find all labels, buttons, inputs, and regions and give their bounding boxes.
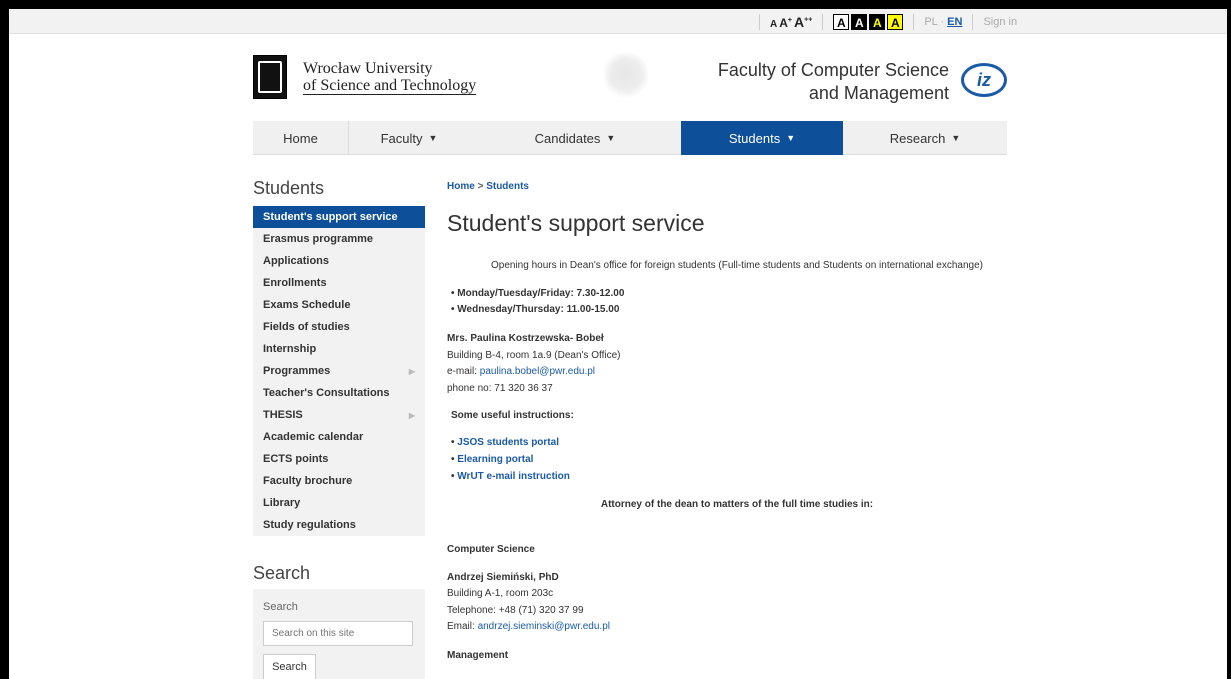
search-panel: Search Search [253,589,425,679]
breadcrumb: Home > Students [447,181,529,192]
chevron-down-icon: ▼ [428,133,438,143]
page-title: Student's support service [447,210,705,236]
university-name[interactable]: Wrocław University of Science and Techno… [303,60,477,95]
main-navigation: Home Faculty ▼ Candidates ▼ Students ▼ Rese… [253,121,1007,155]
sidebar-menu: Student's support service Erasmus progra… [253,206,425,536]
contrast-controls: A A A A [833,13,904,30]
contrast-default[interactable]: A [833,13,850,30]
faculty-name[interactable]: Faculty of Computer Science and Manageme… [718,59,949,105]
sidebar-item-erasmus[interactable]: Erasmus programme [253,228,425,250]
contact-name: Mrs. Paulina Kostrzewska- Bobeł [447,333,604,344]
chevron-down-icon: ▼ [786,133,796,143]
nav-home[interactable]: Home [253,121,349,155]
cs-contact-name: Andrzej Siemiński, PhD [447,572,559,583]
sidebar-item-academic-calendar[interactable]: Academic calendar [253,426,425,448]
search-section-title: Search [253,563,311,583]
font-size-large[interactable]: A++ [794,14,812,30]
sidebar-title: Students [253,178,325,198]
language-switcher: PL · EN [924,16,962,28]
lang-en-link[interactable]: EN [947,16,962,28]
sidebar-item-applications[interactable]: Applications [253,250,425,272]
hours-item: • Monday/Tuesday/Friday: 7.30-12.00 [451,288,625,299]
elearning-portal-link[interactable]: Elearning portal [457,454,533,465]
contact-room: Building B-4, room 1a.9 (Dean's Office) [447,350,621,361]
sidebar-item-exams-schedule[interactable]: Exams Schedule [253,294,425,316]
university-logo-icon[interactable] [253,55,287,99]
useful-instructions-title: Some useful instructions: [451,410,574,421]
divider [972,13,974,30]
chevron-down-icon: ▼ [606,133,616,143]
sidebar-item-study-regulations[interactable]: Study regulations [253,514,425,536]
contrast-black-yellow[interactable]: A [869,13,886,30]
search-input[interactable] [263,621,413,646]
search-button[interactable]: Search [263,654,316,679]
cs-contact-room: Building A-1, room 203c [447,588,554,599]
hours-item: • Wednesday/Thursday: 11.00-15.00 [451,304,620,315]
sidebar-item-thesis[interactable]: THESIS ▶ [253,404,425,426]
nav-candidates[interactable]: Candidates ▼ [469,121,681,155]
lang-separator: · [940,15,945,28]
chevron-right-icon: ▶ [408,366,415,376]
nav-faculty[interactable]: Faculty ▼ [349,121,469,155]
window-frame-top [0,0,1231,9]
sidebar-item-fields-of-studies[interactable]: Fields of studies [253,316,425,338]
contrast-black-white[interactable]: A [851,13,868,30]
window-frame-right [1227,0,1231,679]
sidebar-item-teachers-consultations[interactable]: Teacher's Consultations [253,382,425,404]
breadcrumb-separator: > [477,181,484,192]
sidebar-item-faculty-brochure[interactable]: Faculty brochure [253,470,425,492]
divider [822,13,824,30]
window-frame-left [0,0,9,679]
font-size-medium[interactable]: A+ [779,16,792,30]
section-heading-cs: Computer Science [447,544,535,555]
contrast-yellow-black[interactable]: A [887,13,904,30]
section-heading-management: Management [447,650,509,661]
nav-students[interactable]: Students ▼ [681,121,843,155]
sign-in-link[interactable]: Sign in [983,16,1017,28]
search-label: Search [263,601,298,613]
sidebar-item-enrollments[interactable]: Enrollments [253,272,425,294]
top-utility-bar: A A+ A++ A A A A PL · EN Sign in [9,9,1227,34]
lang-pl-link[interactable]: PL [924,16,937,28]
breadcrumb-current[interactable]: Students [486,181,529,192]
sidebar-item-ects-points[interactable]: ECTS points [253,448,425,470]
cs-email-link[interactable]: andrzej.sieminski@pwr.edu.pl [478,621,610,632]
eagle-emblem-icon [604,53,648,101]
sidebar-item-programmes[interactable]: Programmes ▶ [253,360,425,382]
nav-research[interactable]: Research ▼ [843,121,1007,155]
font-size-controls: A A+ A++ [770,14,812,30]
contact-email-link[interactable]: paulina.bobel@pwr.edu.pl [480,366,595,377]
sidebar-item-internship[interactable]: Internship [253,338,425,360]
list-item: • Elearning portal [451,454,534,465]
attorney-text: Attorney of the dean to matters of the f… [600,499,874,510]
cs-contact-phone: Telephone: +48 (71) 320 37 99 [447,605,584,616]
divider [913,13,915,30]
jsos-portal-link[interactable]: JSOS students portal [457,437,559,448]
contact-email-line: e-mail: paulina.bobel@pwr.edu.pl [447,366,596,377]
divider [759,13,760,30]
list-item: • JSOS students portal [451,437,559,448]
cs-contact-email-line: Email: andrzej.sieminski@pwr.edu.pl [447,621,610,632]
contact-phone: phone no: 71 320 36 37 [447,383,553,394]
sidebar-item-support-service[interactable]: Student's support service [253,206,425,228]
wrut-email-instruction-link[interactable]: WrUT e-mail instruction [457,471,570,482]
sidebar-item-library[interactable]: Library [253,492,425,514]
breadcrumb-home-link[interactable]: Home [447,181,475,192]
opening-hours-text: Opening hours in Dean's office for forei… [490,260,984,271]
chevron-down-icon: ▼ [951,133,961,143]
font-size-small[interactable]: A [770,19,777,30]
chevron-right-icon: ▶ [408,410,415,420]
faculty-logo-icon[interactable]: iz [961,63,1007,97]
list-item: • WrUT e-mail instruction [451,471,570,482]
